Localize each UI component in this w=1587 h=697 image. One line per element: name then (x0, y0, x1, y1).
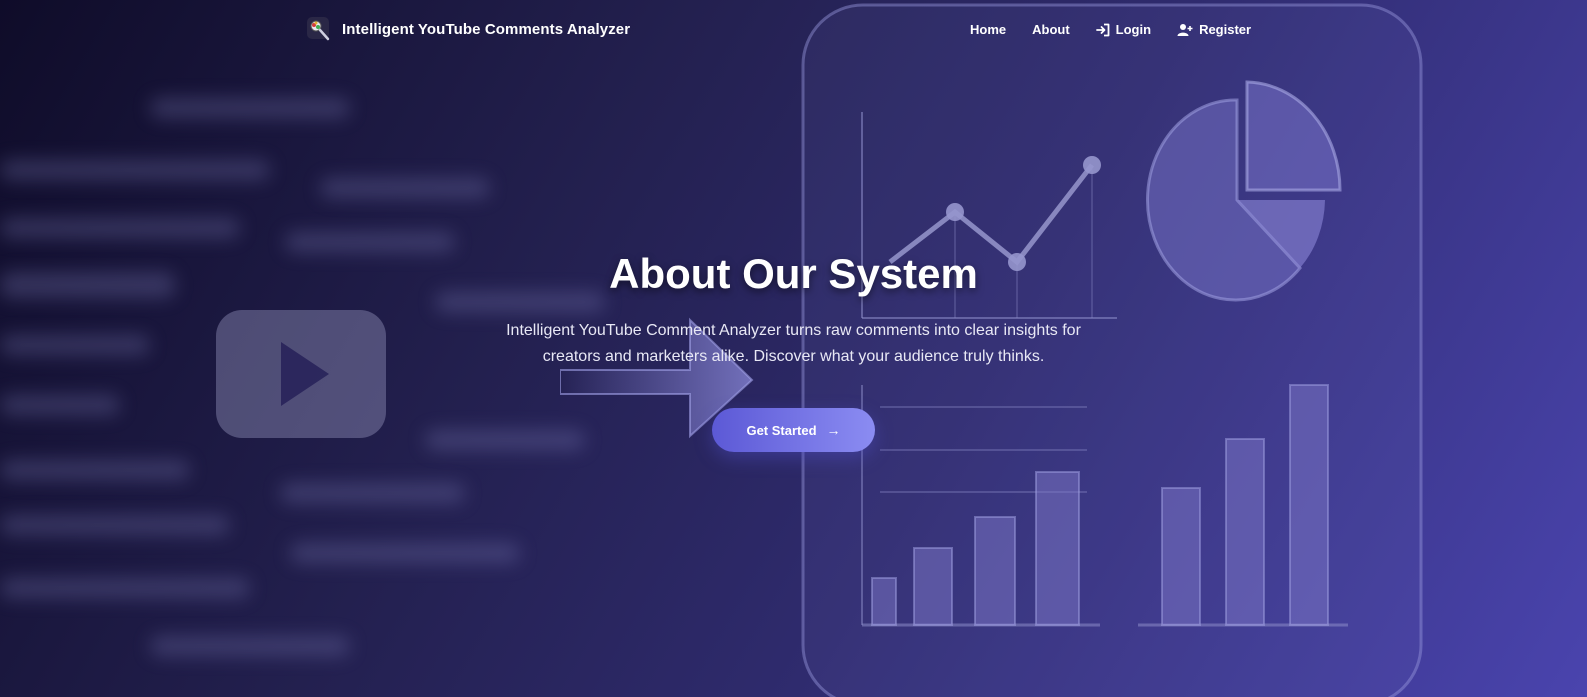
blurred-comment-line (0, 160, 270, 180)
top-navbar: Intelligent YouTube Comments Analyzer Ho… (0, 0, 1587, 60)
blurred-comment-line (290, 543, 520, 563)
brand-logo-icon (307, 17, 330, 41)
blurred-comment-line (280, 483, 465, 503)
blurred-comment-line (0, 460, 190, 480)
blurred-comment-line (0, 218, 240, 238)
nav-home-label: Home (970, 22, 1007, 37)
nav-login-label: Login (1115, 22, 1152, 37)
blurred-comment-line (285, 232, 455, 252)
nav-login-link[interactable]: Login (1095, 22, 1152, 37)
sign-in-icon (1095, 23, 1110, 36)
brand-link[interactable]: Intelligent YouTube Comments Analyzer (306, 16, 630, 42)
get-started-button[interactable]: Get Started → (712, 408, 875, 452)
nav-register-label: Register (1199, 22, 1252, 37)
page-title: About Our System (609, 250, 978, 297)
brand-title: Intelligent YouTube Comments Analyzer (342, 20, 631, 38)
nav-home-link[interactable]: Home (970, 22, 1006, 37)
nav-register-link[interactable]: Register (1177, 22, 1251, 37)
hero-description: Intelligent YouTube Comment Analyzer tur… (506, 322, 1081, 365)
blurred-comment-line (150, 636, 350, 656)
nav-links: Home About Login Register (970, 22, 1251, 37)
user-plus-icon (1177, 23, 1193, 36)
blurred-comment-line (0, 515, 230, 535)
nav-about-link[interactable]: About (1032, 22, 1070, 37)
get-started-label: Get Started (746, 422, 817, 438)
blurred-comment-line (320, 178, 490, 198)
nav-about-label: About (1032, 22, 1070, 37)
blurred-comment-line (150, 98, 350, 118)
hero-section: About Our System Intelligent YouTube Com… (0, 250, 1587, 452)
blurred-comment-line (0, 578, 250, 598)
arrow-right-icon: → (826, 422, 841, 438)
